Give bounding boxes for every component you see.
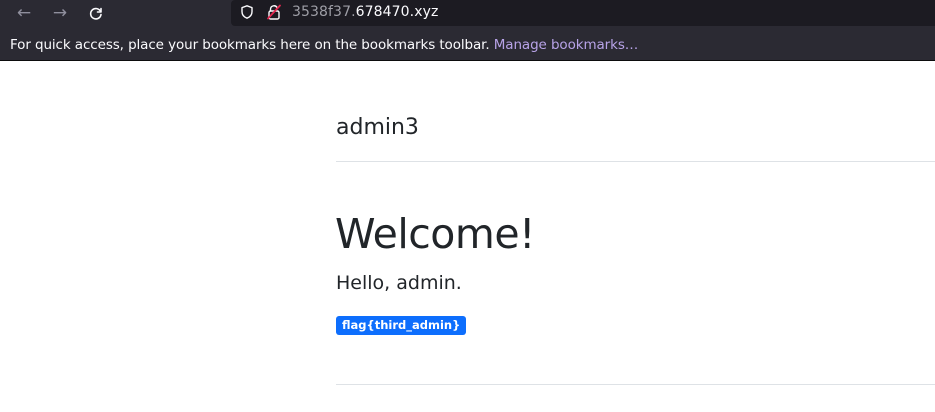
- manage-bookmarks-link[interactable]: Manage bookmarks…: [494, 37, 639, 53]
- url-bar[interactable]: 3538f37.678470.xyz: [231, 0, 935, 26]
- bookmarks-toolbar: For quick access, place your bookmarks h…: [0, 27, 935, 61]
- insecure-lock-icon[interactable]: [266, 4, 282, 20]
- back-button[interactable]: ←: [13, 3, 35, 23]
- flag-badge: flag{third_admin}: [336, 316, 467, 335]
- bookmarks-message: For quick access, place your bookmarks h…: [10, 36, 638, 54]
- reload-button[interactable]: [85, 3, 107, 23]
- bookmarks-hint-text: For quick access, place your bookmarks h…: [10, 37, 494, 53]
- forward-button[interactable]: →: [49, 3, 71, 23]
- header-divider: [336, 161, 935, 162]
- footer-divider: [336, 384, 935, 385]
- url-domain: 678470.xyz: [355, 4, 439, 20]
- url-text[interactable]: 3538f37.678470.xyz: [292, 4, 438, 21]
- arrow-right-icon: →: [52, 3, 68, 23]
- url-subdomain: 3538f37.: [292, 4, 356, 20]
- shield-icon[interactable]: [241, 5, 253, 19]
- page-title: Welcome!: [335, 210, 535, 258]
- reload-icon: [89, 7, 102, 20]
- navbar-brand[interactable]: admin3: [336, 114, 419, 142]
- browser-toolbar: ← → 3538f37.678470.xyz: [0, 0, 935, 27]
- arrow-left-icon: ←: [16, 3, 32, 23]
- greeting-text: Hello, admin.: [336, 272, 462, 294]
